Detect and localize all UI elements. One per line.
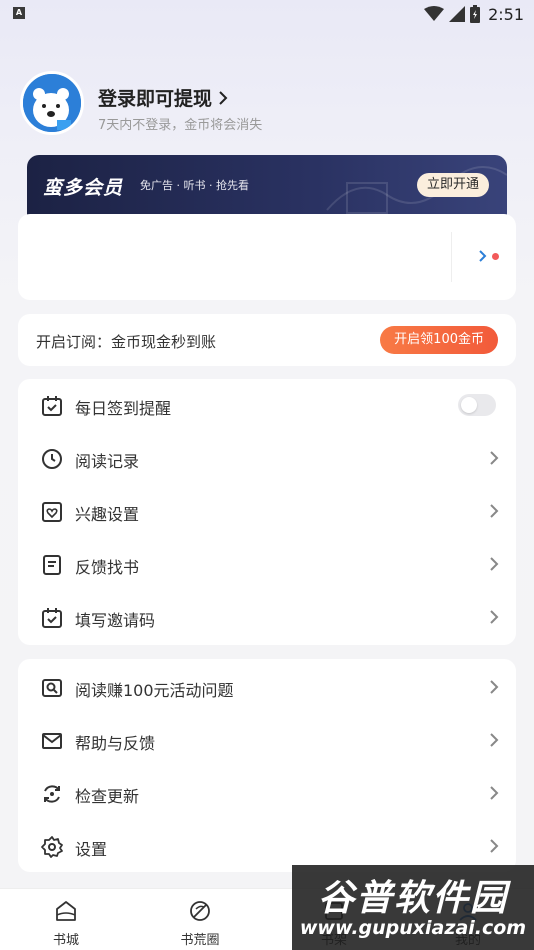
heart-frame-icon	[42, 502, 62, 522]
menu-item-help-feedback[interactable]: 帮助与反馈	[18, 714, 516, 767]
promo-divider	[451, 232, 452, 282]
vip-banner[interactable]: 蛮多会员 免广告 · 听书 · 抢先看 立即开通	[27, 155, 507, 215]
menu-item-reading-history[interactable]: 阅读记录	[18, 432, 516, 485]
checkin-reminder-toggle[interactable]	[458, 394, 496, 416]
watermark-url: www.gupuxiazai.com	[299, 917, 527, 939]
chevron-right-icon	[490, 610, 499, 624]
calendar-check-icon	[42, 396, 62, 416]
menu-item-label: 检查更新	[75, 787, 140, 806]
vip-title: 蛮多会员	[43, 177, 124, 199]
vip-subtitle: 免广告 · 听书 · 抢先看	[140, 179, 249, 192]
subscribe-card: 开启订阅：金币现金秒到账 开启领100金币	[18, 314, 516, 366]
chevron-right-icon[interactable]	[478, 249, 488, 263]
menu-group-1: 每日签到提醒 阅读记录 兴趣设置 反馈找书 填写邀请码	[18, 379, 516, 645]
nav-label: 书城	[52, 933, 79, 948]
status-icons: 2:51	[424, 4, 524, 24]
wifi-icon	[424, 6, 445, 21]
menu-item-invite-code[interactable]: 填写邀请码	[18, 591, 516, 644]
menu-item-label: 反馈找书	[75, 558, 140, 577]
refresh-icon	[44, 785, 60, 803]
chevron-right-icon	[490, 839, 499, 853]
menu-item-label: 每日签到提醒	[75, 399, 172, 418]
mail-icon	[42, 733, 62, 749]
chevron-right-icon	[490, 680, 499, 694]
subscribe-text: 开启订阅：金币现金秒到账	[36, 333, 217, 351]
menu-group-2: 阅读赚100元活动问题 帮助与反馈 检查更新 设置	[18, 659, 516, 872]
avatar[interactable]	[20, 71, 84, 135]
document-icon	[43, 555, 61, 575]
red-dot-badge	[492, 253, 499, 260]
leaf-icon	[190, 901, 210, 921]
notification-a-icon: A	[13, 7, 25, 19]
status-time: 2:51	[488, 4, 524, 24]
home-icon	[56, 901, 76, 921]
menu-item-interest-settings[interactable]: 兴趣设置	[18, 485, 516, 538]
search-frame-icon	[42, 679, 62, 697]
calendar-check-icon	[42, 608, 62, 628]
toggle-knob	[461, 397, 477, 413]
nav-label: 书荒圈	[180, 933, 220, 948]
clock-icon	[42, 449, 62, 469]
chevron-right-icon	[490, 786, 499, 800]
menu-item-label: 设置	[75, 840, 108, 859]
chevron-right-icon	[490, 451, 499, 465]
signal-icon	[449, 6, 466, 22]
menu-item-activity-faq[interactable]: 阅读赚100元活动问题	[18, 661, 516, 714]
nav-item-book-circle[interactable]: 书荒圈	[150, 889, 250, 950]
chevron-right-icon	[490, 557, 499, 571]
login-title: 登录即可提现	[98, 88, 213, 110]
watermark-title: 谷普软件园	[317, 878, 508, 919]
promo-card[interactable]	[18, 214, 516, 300]
menu-item-label: 阅读记录	[75, 452, 140, 471]
menu-item-check-update[interactable]: 检查更新	[18, 767, 516, 820]
status-bar: A 2:51	[0, 0, 534, 28]
menu-item-feedback-find-book[interactable]: 反馈找书	[18, 538, 516, 591]
menu-item-label: 兴趣设置	[75, 505, 140, 524]
chevron-right-icon	[219, 90, 228, 105]
nav-item-bookstore[interactable]: 书城	[16, 889, 116, 950]
gear-icon	[41, 836, 63, 858]
vip-open-button[interactable]: 立即开通	[416, 173, 489, 197]
polar-bear-avatar-icon	[23, 74, 81, 132]
menu-item-label: 阅读赚100元活动问题	[75, 681, 234, 700]
menu-item-label: 填写邀请码	[75, 611, 156, 630]
menu-item-label: 帮助与反馈	[75, 734, 156, 753]
menu-item-checkin-reminder[interactable]: 每日签到提醒	[18, 379, 516, 432]
chevron-right-icon	[490, 733, 499, 747]
watermark: 谷普软件园 www.gupuxiazai.com	[292, 865, 534, 950]
battery-icon	[470, 5, 481, 23]
login-prompt[interactable]: 登录即可提现	[98, 84, 228, 111]
login-subtitle: 7天内不登录，金币将会消失	[98, 118, 263, 133]
subscribe-button[interactable]: 开启领100金币	[380, 326, 498, 354]
chevron-right-icon	[490, 504, 499, 518]
